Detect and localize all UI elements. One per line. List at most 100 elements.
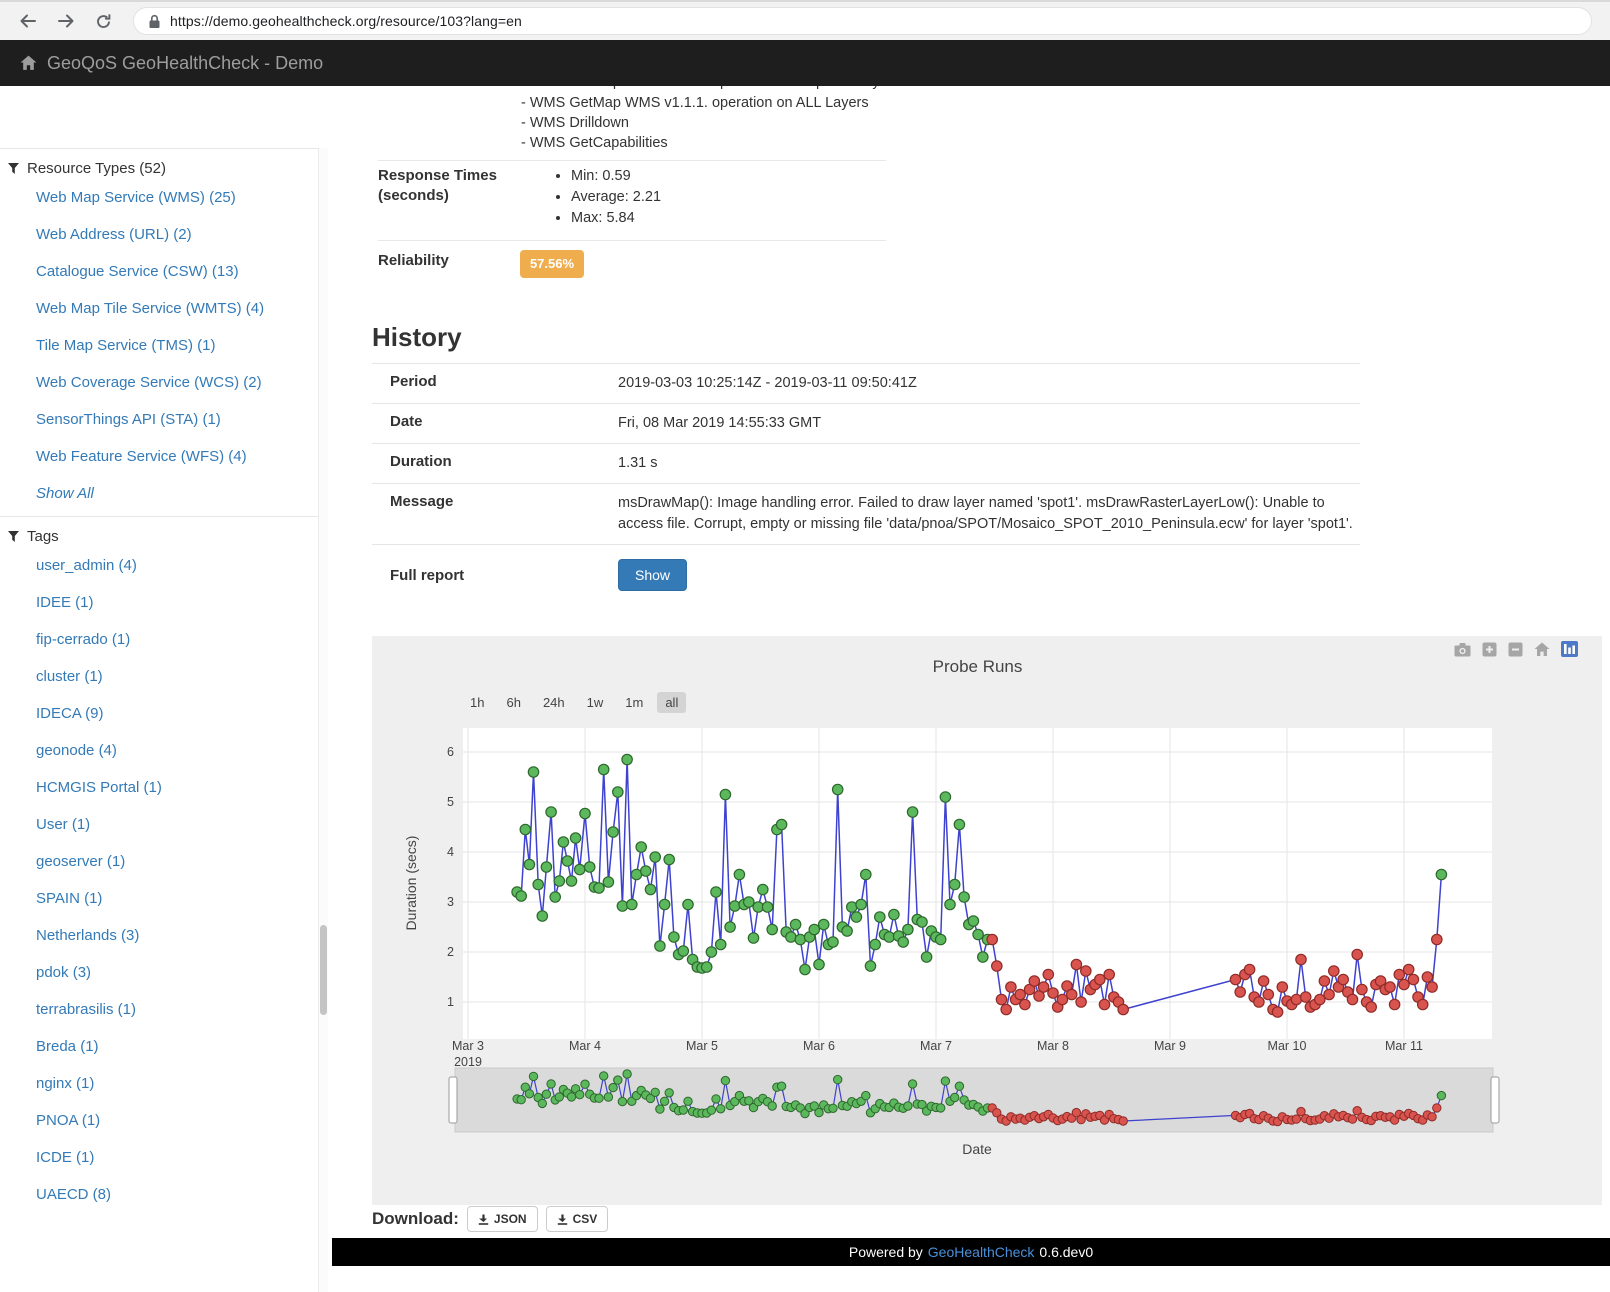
probe-run-fail-marker [1329,966,1339,976]
probe-run-ok-marker [520,824,530,834]
tag-link[interactable]: Breda (1) [36,1038,99,1055]
probe-runs-plot[interactable]: 123456Mar 3Mar 4Mar 5Mar 6Mar 7Mar 8Mar … [372,636,1602,1205]
probe-run-fail-marker [1319,976,1329,986]
plotly-logo-icon[interactable] [1561,641,1578,657]
scrollbar-thumb[interactable] [320,925,327,1015]
tag-link[interactable]: user_admin (4) [36,557,137,574]
sidebar-scrollbar[interactable] [318,148,328,1292]
probe-run-fail-marker [1394,969,1404,979]
resource-type-link[interactable]: Web Map Tile Service (WMTS) (4) [36,300,264,317]
zoom-in-icon[interactable] [1482,642,1497,657]
y-tick-label: 1 [447,995,454,1009]
tag-link[interactable]: cluster (1) [36,668,103,685]
probe-run-ok-marker [516,891,526,901]
tag-link[interactable]: ICDE (1) [36,1149,94,1166]
camera-snapshot-icon[interactable] [1454,642,1471,657]
zoom-out-icon[interactable] [1508,642,1523,657]
tag-link[interactable]: SPAIN (1) [36,890,102,907]
range-button-24h[interactable]: 24h [535,692,573,713]
resource-type-link[interactable]: SensorThings API (STA) (1) [36,411,221,428]
range-slider-marker [1437,1091,1445,1099]
history-row-label: Duration [390,453,618,474]
filter-funnel-icon [8,531,19,542]
resource-type-link[interactable]: Web Map Service (WMS) (25) [36,189,236,206]
tag-link[interactable]: User (1) [36,816,90,833]
sidebar-item-tag: IDECA (9) [36,705,320,722]
probe-run-ok-marker [716,939,726,949]
history-row: Message msDrawMap(): Image handling erro… [372,484,1360,545]
range-slider-marker [717,1105,725,1113]
full-report-row: Full report Show [372,545,1360,605]
forward-arrow-icon [59,16,73,27]
probe-run-ok-marker [940,792,950,802]
resource-type-link[interactable]: Web Coverage Service (WCS) (2) [36,374,262,391]
probe-run-fail-marker [1043,969,1053,979]
range-button-1w[interactable]: 1w [579,692,612,713]
resource-type-link[interactable]: Tile Map Service (TMS) (1) [36,337,215,354]
tag-link[interactable]: geonode (4) [36,742,117,759]
probe-run-ok-marker [537,911,547,921]
y-tick-label: 3 [447,895,454,909]
sidebar-item-resource-type: Catalogue Service (CSW) (13) [36,263,320,280]
range-button-6h[interactable]: 6h [498,692,528,713]
probe-run-fail-marker [1277,982,1287,992]
tag-link[interactable]: PNOA (1) [36,1112,100,1129]
tag-link[interactable]: IDEE (1) [36,594,94,611]
range-button-all[interactable]: all [657,692,686,713]
show-all: Show All [0,485,320,502]
browser-back-button[interactable] [18,11,38,31]
show-all-link[interactable]: Show All [36,485,94,502]
tag-link[interactable]: UAECD (8) [36,1186,111,1203]
range-slider-marker [660,1097,668,1105]
range-slider-left-handle[interactable] [449,1077,457,1123]
range-slider-marker [834,1075,842,1083]
version-text: 0.6.dev0 [1039,1244,1093,1260]
probe-run-fail-marker [1347,994,1357,1004]
checks-list: - WMS GetMap WMS v1.1.1. operation on AL… [521,93,869,153]
resource-type-link[interactable]: Web Address (URL) (2) [36,226,192,243]
sidebar-item-tag: Netherlands (3) [36,927,320,944]
tag-link[interactable]: pdok (3) [36,964,91,981]
range-slider-marker [525,1090,533,1098]
probe-run-fail-marker [1048,988,1058,998]
probe-run-ok-marker [800,964,810,974]
probe-run-fail-marker [1357,984,1367,994]
range-slider-right-handle[interactable] [1491,1077,1499,1123]
probe-run-ok-marker [669,932,679,942]
sidebar-item-tag: cluster (1) [36,668,320,685]
probe-run-fail-marker [1366,1002,1376,1012]
app-title[interactable]: GeoQoS GeoHealthCheck - Demo [47,53,323,74]
tag-link[interactable]: IDECA (9) [36,705,104,722]
probe-run-fail-marker [1076,997,1086,1007]
url-text: https://demo.geohealthcheck.org/resource… [170,13,522,29]
range-button-1h[interactable]: 1h [462,692,492,713]
tag-link[interactable]: HCMGIS Portal (1) [36,779,162,796]
tag-link[interactable]: nginx (1) [36,1075,94,1092]
resource-type-link[interactable]: Catalogue Service (CSW) (13) [36,263,239,280]
browser-reload-button[interactable] [94,12,113,31]
full-report-label: Full report [390,567,618,584]
tag-link[interactable]: terrabrasilis (1) [36,1001,136,1018]
range-slider-marker [517,1096,525,1104]
probe-run-fail-marker [1067,989,1077,999]
tag-link[interactable]: fip-cerrado (1) [36,631,130,648]
download-json-button[interactable]: JSON [467,1206,538,1232]
geohealthcheck-link[interactable]: GeoHealthCheck [928,1244,1035,1260]
probe-run-ok-marker [550,892,560,902]
reset-axes-home-icon[interactable] [1534,642,1550,657]
range-slider-marker [937,1104,945,1112]
address-bar[interactable]: https://demo.geohealthcheck.org/resource… [133,7,1592,35]
probe-run-ok-marker [546,807,556,817]
download-csv-button[interactable]: CSV [546,1206,609,1232]
probe-run-ok-marker [744,897,754,907]
show-report-button[interactable]: Show [618,559,687,591]
history-rows: Period 2019-03-03 10:25:14Z - 2019-03-11… [372,364,1360,545]
tag-link[interactable]: Netherlands (3) [36,927,139,944]
tag-link[interactable]: geoserver (1) [36,853,125,870]
probe-run-fail-marker [1338,974,1348,984]
home-icon[interactable] [20,55,37,71]
resource-type-link[interactable]: Web Feature Service (WFS) (4) [36,448,247,465]
browser-forward-button[interactable] [56,11,76,31]
range-button-1m[interactable]: 1m [617,692,651,713]
probe-run-fail-marker [1020,999,1030,1009]
